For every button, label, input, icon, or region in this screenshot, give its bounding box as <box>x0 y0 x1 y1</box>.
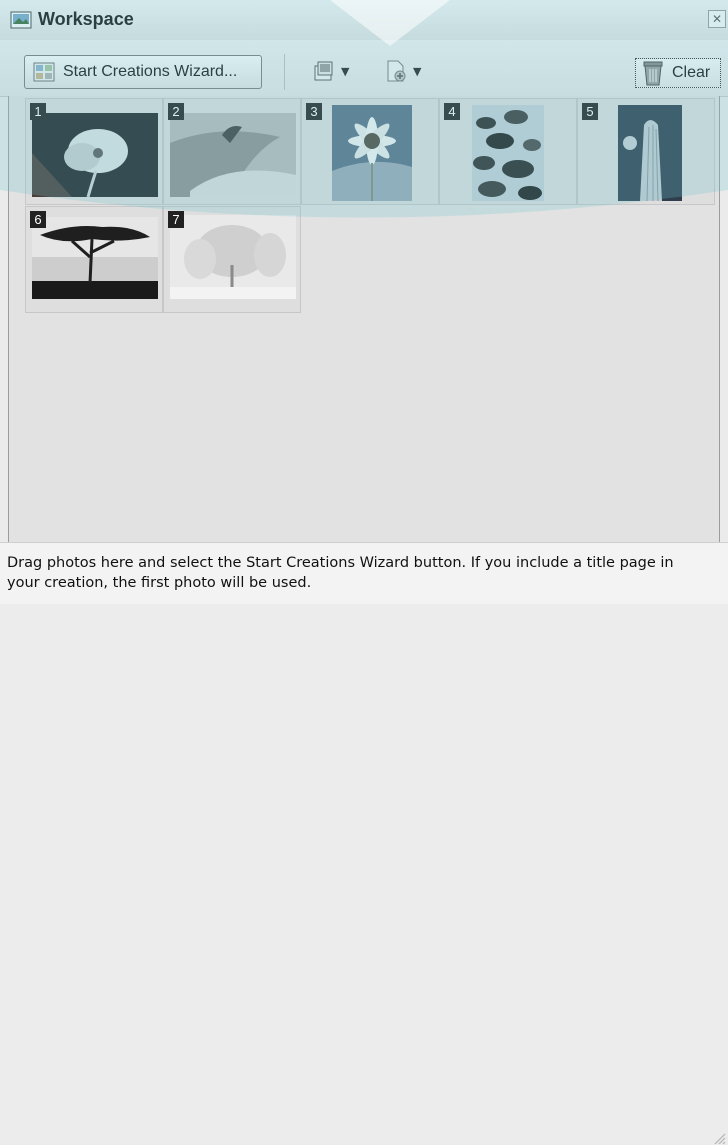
workspace-photo-icon <box>10 11 32 29</box>
photo-thumbnail-5[interactable]: 5 <box>577 98 715 205</box>
resize-grip-icon[interactable] <box>712 1131 726 1145</box>
trash-icon <box>643 61 663 86</box>
toolbar-separator <box>284 54 285 90</box>
window-title: Workspace <box>38 9 134 29</box>
photo-frame-dropdown[interactable]: ▼ <box>312 58 349 84</box>
photo-thumbnail-3[interactable]: 3 <box>301 98 439 205</box>
photo-number-badge: 4 <box>444 103 460 120</box>
photo-grid[interactable]: 1 2 3 4 5 6 7 <box>8 96 720 542</box>
status-bar: Drag photos here and select the Start Cr… <box>0 542 728 1145</box>
add-page-icon <box>387 60 406 82</box>
photo-thumbnail-2[interactable]: 2 <box>163 98 301 205</box>
photo-number-badge: 5 <box>582 103 598 120</box>
clear-label: Clear <box>672 64 711 81</box>
chevron-down-icon: ▼ <box>341 64 350 78</box>
photo-number-badge: 6 <box>30 211 46 228</box>
wizard-icon <box>33 62 55 82</box>
chevron-down-icon: ▼ <box>413 64 422 78</box>
photo-number-badge: 7 <box>168 211 184 228</box>
wizard-label: Start Creations Wizard... <box>63 63 238 80</box>
photo-number-badge: 1 <box>30 103 46 120</box>
photo-image <box>618 105 682 201</box>
photo-image <box>472 105 544 201</box>
start-creations-wizard-button[interactable]: Start Creations Wizard... <box>24 55 262 89</box>
photo-number-badge: 3 <box>306 103 322 120</box>
photo-number-badge: 2 <box>168 103 184 120</box>
clear-button[interactable]: Clear <box>635 58 721 88</box>
photo-thumbnail-6[interactable]: 6 <box>25 206 163 313</box>
photo-image <box>32 217 158 299</box>
title-bar: Workspace ✕ <box>0 0 728 41</box>
photo-thumbnail-4[interactable]: 4 <box>439 98 577 205</box>
photo-thumbnail-1[interactable]: 1 <box>25 98 163 205</box>
close-icon: ✕ <box>711 12 723 26</box>
add-page-dropdown[interactable]: ▼ <box>384 58 421 84</box>
photo-image <box>332 105 412 201</box>
status-message: Drag photos here and select the Start Cr… <box>7 555 674 591</box>
toolbar: Start Creations Wizard... ▼ ▼ Clear <box>0 40 728 97</box>
photo-image <box>170 113 296 197</box>
photo-image <box>32 113 158 197</box>
photo-frame-icon <box>314 61 333 81</box>
photo-image <box>170 215 296 299</box>
photo-thumbnail-7[interactable]: 7 <box>163 206 301 313</box>
workspace-window: Workspace ✕ Start Creations Wizard... ▼ <box>0 0 728 1145</box>
close-button[interactable]: ✕ <box>708 10 726 28</box>
